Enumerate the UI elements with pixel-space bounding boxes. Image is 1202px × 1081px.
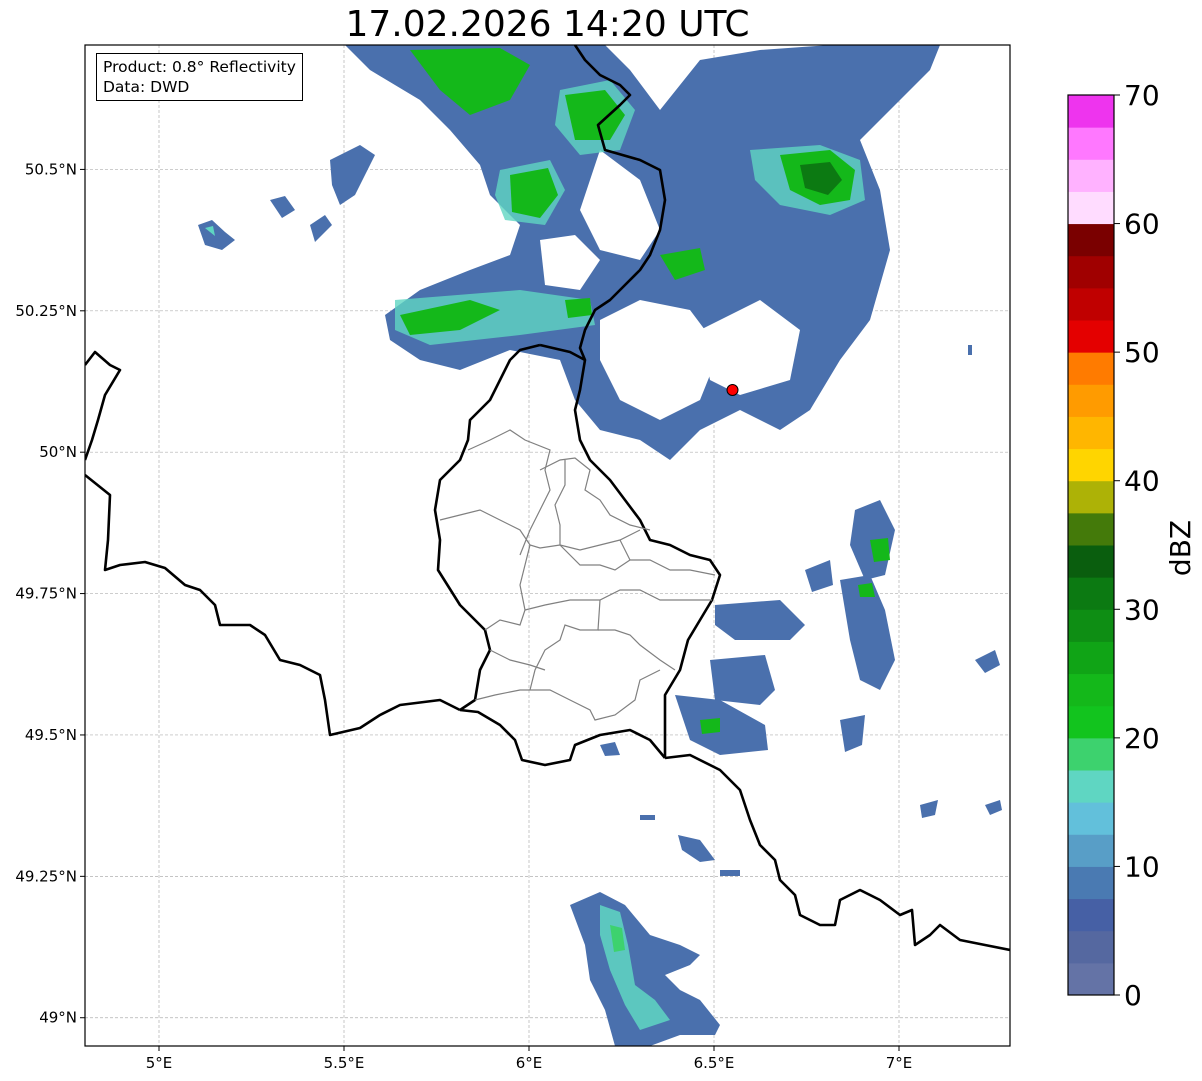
radar-map: 5°E 5.5°E 6°E 6.5°E 7°E 49°N 49.25°N 49.5°N 49.7… [15, 44, 1011, 1072]
y-tick-label: 49°N [39, 1009, 77, 1027]
border-lux-bel [433, 343, 541, 712]
x-tick-label: 5°E [146, 1054, 173, 1072]
x-tick-label: 6.5°E [694, 1054, 735, 1072]
y-tick-label: 49.75°N [15, 585, 77, 603]
data-source-label: Data: DWD [103, 78, 190, 96]
border-fra-bel-south [85, 473, 461, 737]
info-box: Product: 0.8° Reflectivity Data: DWD [96, 53, 303, 101]
y-tick-label: 50.5°N [25, 160, 77, 178]
canton-borders [439, 429, 716, 721]
border-fra-ger-south [664, 753, 1010, 952]
y-tick-label: 50°N [39, 443, 77, 461]
y-tick-label: 50.25°N [15, 302, 77, 320]
x-tick-label: 7°E [886, 1054, 913, 1072]
radar-site-marker[interactable] [726, 383, 739, 396]
x-tick-label: 6°E [516, 1054, 543, 1072]
product-label: Product: 0.8° Reflectivity [103, 58, 296, 76]
y-tick-label: 49.5°N [25, 726, 77, 744]
x-tick-label: 5.5°E [324, 1054, 365, 1072]
border-lux-fra [459, 708, 666, 767]
border-bel-fra [85, 350, 122, 461]
y-tick-label: 49.25°N [15, 867, 77, 885]
